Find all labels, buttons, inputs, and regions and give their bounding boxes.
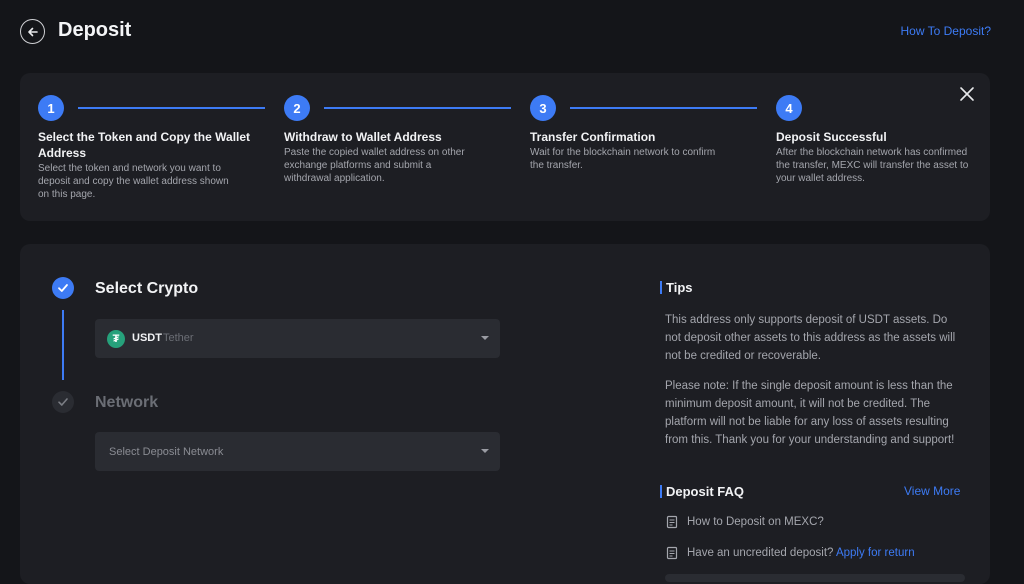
step-complete-indicator: [52, 277, 74, 299]
step-description: Wait for the blockchain network to confi…: [530, 147, 716, 171]
step-number-badge: 1: [38, 95, 64, 121]
step-4: 4 Deposit Successful After the blockchai…: [776, 95, 996, 185]
view-more-link[interactable]: View More: [904, 484, 960, 498]
page-title: Deposit: [58, 19, 132, 41]
token-name: Tether: [163, 332, 194, 344]
faq-item[interactable]: Have an uncredited deposit? Apply for re…: [665, 546, 915, 560]
tether-icon: ₮: [107, 330, 125, 348]
back-button[interactable]: [20, 19, 45, 44]
top-bar: Deposit How To Deposit?: [0, 0, 1024, 64]
network-placeholder: Select Deposit Network: [109, 446, 224, 458]
step-1: 1 Select the Token and Copy the Wallet A…: [38, 95, 265, 201]
how-to-deposit-link[interactable]: How To Deposit?: [901, 24, 992, 38]
step-title: Select the Token and Copy the Wallet Add…: [38, 130, 251, 160]
step-number-badge: 2: [284, 95, 310, 121]
tips-paragraph: This address only supports deposit of US…: [665, 314, 956, 362]
document-icon: [666, 515, 678, 529]
step-number-badge: 3: [530, 95, 556, 121]
faq-item-text: Have an uncredited deposit?: [687, 547, 834, 559]
step-title: Transfer Confirmation: [530, 130, 656, 144]
step-number-badge: 4: [776, 95, 802, 121]
caret-down-icon: [481, 336, 489, 340]
caret-down-icon: [481, 449, 489, 453]
step-title: Withdraw to Wallet Address: [284, 130, 442, 144]
faq-next-item: [665, 574, 965, 582]
step-description: After the blockchain network has confirm…: [776, 147, 969, 184]
network-select[interactable]: Select Deposit Network: [95, 432, 500, 471]
step-3: 3 Transfer Confirmation Wait for the blo…: [530, 95, 757, 172]
step-title: Deposit Successful: [776, 130, 887, 144]
step-description: Select the token and network you want to…: [38, 163, 229, 200]
tips-paragraph: Please note: If the single deposit amoun…: [665, 380, 955, 446]
step-2: 2 Withdraw to Wallet Address Paste the c…: [284, 95, 511, 185]
tips-heading: Tips: [660, 280, 693, 295]
step-description: Paste the copied wallet address on other…: [284, 147, 465, 184]
step-connector: [324, 107, 511, 109]
step-pending-indicator: [52, 391, 74, 413]
deposit-steps-panel: 1 Select the Token and Copy the Wallet A…: [20, 73, 990, 221]
progress-connector: [62, 310, 64, 380]
apply-for-return-link[interactable]: Apply for return: [836, 547, 915, 559]
step-connector: [570, 107, 757, 109]
document-icon: [666, 546, 678, 560]
crypto-select[interactable]: ₮ USDT Tether: [95, 319, 500, 358]
token-symbol: USDT: [132, 332, 162, 344]
faq-item[interactable]: How to Deposit on MEXC?: [665, 515, 824, 529]
step-connector: [78, 107, 265, 109]
network-heading: Network: [95, 394, 159, 411]
deposit-form-panel: Select Crypto ₮ USDT Tether Network Sele…: [20, 244, 990, 584]
check-icon: [58, 284, 68, 292]
check-icon: [58, 398, 68, 406]
faq-item-text: How to Deposit on MEXC?: [687, 516, 824, 528]
arrow-left-icon: [27, 27, 38, 36]
select-crypto-heading: Select Crypto: [95, 280, 199, 297]
faq-heading: Deposit FAQ: [660, 484, 744, 499]
